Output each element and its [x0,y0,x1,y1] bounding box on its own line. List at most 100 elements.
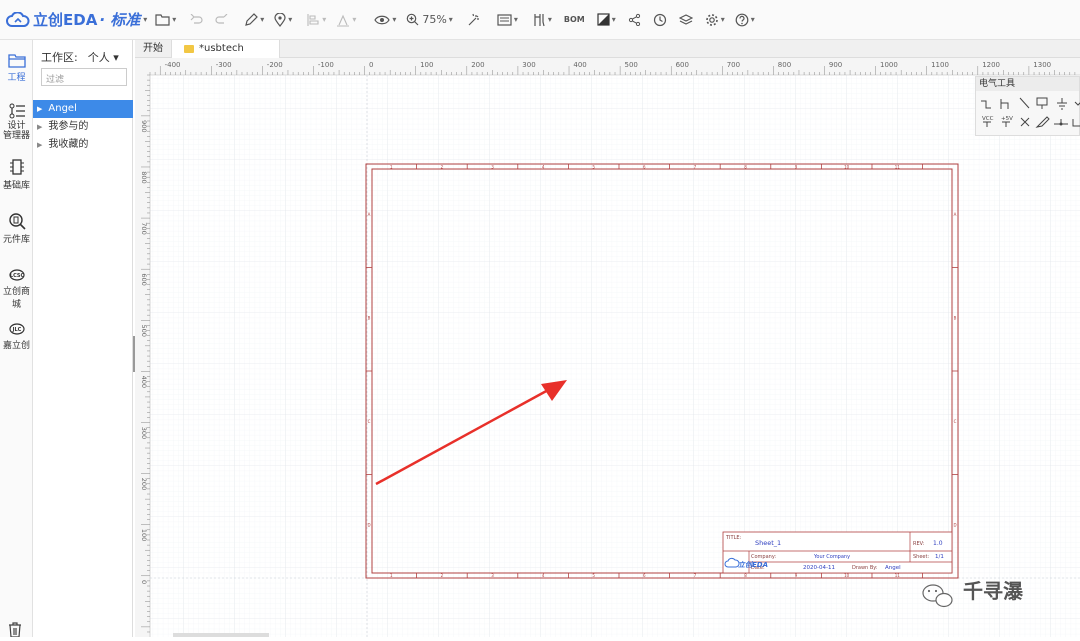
place-menu-button[interactable]: ▾ [274,8,292,32]
sheet-value: 1/1 [935,554,944,560]
tab-start[interactable]: 开始 [135,40,172,58]
history-button[interactable] [653,8,667,32]
design-manager-icon [9,103,25,119]
zoom-level: 75% [422,13,447,26]
trash-button[interactable] [7,622,23,641]
no-connect-tool-icon[interactable] [1020,117,1030,127]
expand-arrow-icon[interactable]: ▶ [37,136,42,154]
frame-col-label: 8 [744,573,747,578]
zoom-menu-button[interactable]: 75% ▾ [406,8,453,32]
undo-button[interactable] [190,8,204,32]
wire-tool-icon[interactable] [981,100,991,109]
tab-usbtech[interactable]: *usbtech [172,40,280,58]
frame-col-label: 3 [491,165,494,170]
file-menu-button[interactable]: ▾ [155,8,176,32]
project-tree: ▶ Angel ▶ 我参与的 ▶ 我收藏的 [33,100,133,154]
logo-text: 立创EDA [33,11,98,29]
cloud-logo-icon [6,11,30,27]
design-manager-label-2: 管理器 [2,131,30,141]
tree-item-angel[interactable]: ▶ Angel [33,100,133,118]
title-label: TITLE: [725,535,742,541]
company-value: Your Company [813,554,850,560]
frame-col-label: 4 [542,573,545,578]
draw-menu-button[interactable]: ▾ [244,8,264,32]
bom-button[interactable]: BOM [564,8,585,32]
help-menu-button[interactable]: ▾ [735,8,755,32]
jlc-icon: JLC [8,323,25,335]
filter-input[interactable]: 过滤 [41,68,127,86]
lcsc-mall-tab-button[interactable]: LCSC 立创商城 [0,268,33,310]
ruler-label: 0 [369,61,373,69]
app-logo[interactable]: 立创EDA · 标准 ▾ [6,9,147,30]
ruler-label: 900 [829,61,842,69]
ruler-label: 700 [140,222,148,234]
component-library-label: 元件库 [2,235,30,245]
redo-icon [215,13,228,24]
align-menu-button[interactable]: ▾ [306,8,326,32]
basic-library-label: 基础库 [2,181,30,191]
vcc-tool-label[interactable]: VCC [982,116,994,122]
design-manager-tab-button[interactable]: 设计 管理器 [0,103,33,141]
junction-tool-icon[interactable] [1054,119,1068,126]
component-library-tab-button[interactable]: 元件库 [0,212,33,245]
project-panel: 工作区: 个人 ▾ 过滤 ▶ Angel ▶ 我参与的 ▶ 我收藏的 [33,40,133,637]
frame-col-label: 10 [844,573,850,578]
sheet-label: Sheet: [913,554,929,560]
design-manager-label-1: 设计 [7,121,26,131]
frame-col-label: 4 [542,165,545,170]
canvas-svg[interactable]: -400 -300 -200 -100 0 100 200 300 400 500 600 700 80… [135,58,1080,637]
pen-tool-icon[interactable] [1035,116,1050,128]
title-block-logo: 立创EDA [738,560,768,569]
ground-tool-icon[interactable] [1057,98,1067,110]
basic-library-tab-button[interactable]: 基础库 [0,158,33,191]
ruler-label: 500 [625,61,638,69]
share-button[interactable] [628,8,641,32]
net-label-tool-icon[interactable] [1036,97,1048,109]
frame-col-label: 3 [491,573,494,578]
ruler-label: 1300 [1033,61,1051,69]
expand-arrow-icon[interactable]: ▶ [37,118,42,136]
p5v-tool-label[interactable]: +5V [1001,116,1013,122]
project-tab-label: 工程 [7,73,26,83]
more-tool-icon[interactable] [1074,101,1080,106]
schematic-canvas[interactable]: -400 -300 -200 -100 0 100 200 300 400 500 600 700 80… [135,58,1080,637]
tree-item-participated[interactable]: ▶ 我参与的 [33,118,133,136]
netlist-icon [497,13,512,26]
settings-menu-button[interactable]: ▾ [705,8,725,32]
title-block: TITLE: Sheet_1 REV: 1.0 Company: Your Co… [722,531,953,574]
theme-menu-button[interactable]: ▾ [597,8,616,32]
edition-dropdown-icon[interactable]: ▾ [143,15,147,24]
bus-tool-icon[interactable] [1000,99,1009,109]
undo-icon [190,13,203,24]
ruler-label: 600 [676,61,689,69]
basic-library-icon [9,159,24,175]
svg-text:JLC: JLC [11,327,21,333]
palette-title: 电气工具 [976,77,1079,91]
tab-label: 开始 [143,43,163,54]
tree-item-favorites[interactable]: ▶ 我收藏的 [33,136,133,154]
view-menu-button[interactable]: ▾ [374,8,396,32]
location-pin-icon [274,12,286,27]
expand-arrow-icon[interactable]: ▶ [37,100,42,118]
svg-text:LCSC: LCSC [9,273,24,279]
ruler-label: 500 [140,325,148,337]
tools-menu-button[interactable]: ▾ [532,8,552,32]
distribute-menu-button[interactable]: ▾ [336,8,356,32]
title-value: Sheet_1 [755,539,781,547]
frame-col-label: 1 [390,573,393,578]
netlist-menu-button[interactable]: ▾ [497,8,518,32]
rev-label: REV: [913,541,925,547]
jlc-tab-button[interactable]: JLC 嘉立创 [0,322,33,351]
horizontal-scrollbar[interactable] [173,633,269,637]
folder-icon [184,45,194,53]
line-tool-icon[interactable] [1019,97,1030,109]
pencil-icon [245,12,259,26]
more-tool-2-icon[interactable] [1072,119,1080,127]
frame-row-label: B [954,315,957,320]
workspace-dropdown[interactable]: 个人 ▾ [88,49,119,65]
layers-button[interactable] [678,8,693,32]
redo-button[interactable] [214,8,228,32]
ruler-label: 200 [140,478,148,490]
design-check-button[interactable] [467,8,481,32]
project-tab-button[interactable]: 工程 [0,52,33,83]
